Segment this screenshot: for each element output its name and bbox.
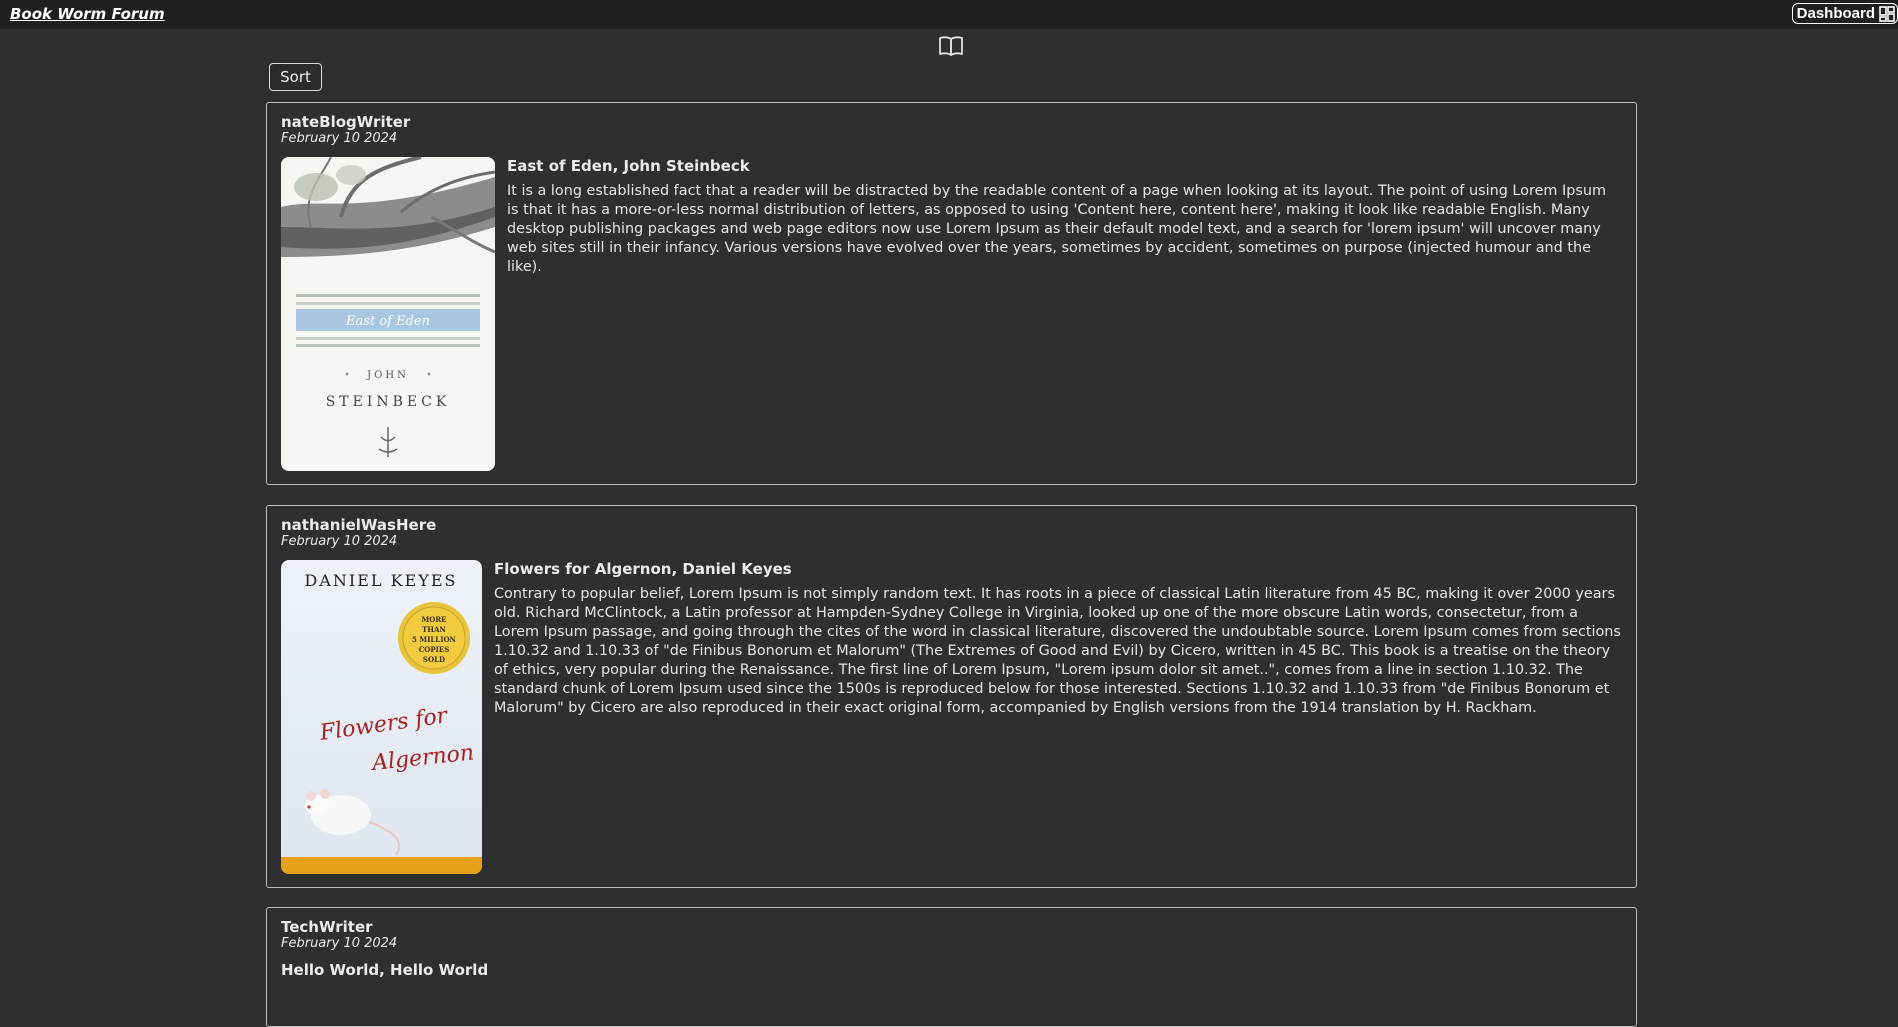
book-title[interactable]: East of Eden, John Steinbeck bbox=[507, 157, 750, 175]
post-author[interactable]: nathanielWasHere bbox=[281, 516, 436, 534]
svg-text:COPIES: COPIES bbox=[419, 645, 450, 654]
book-cover-image: DANIEL KEYES MORE THAN 5 MILLION COPIES … bbox=[281, 560, 482, 874]
post-body: Contrary to popular belief, Lorem Ipsum … bbox=[494, 586, 1621, 716]
brand-link[interactable]: Book Worm Forum bbox=[10, 5, 165, 23]
svg-text:THAN: THAN bbox=[422, 625, 446, 634]
top-nav-bar: Book Worm Forum Dashboard bbox=[0, 0, 1898, 29]
dashboard-label: Dashboard bbox=[1796, 5, 1875, 22]
svg-text:5 MILLION: 5 MILLION bbox=[412, 635, 457, 644]
book-title[interactable]: Flowers for Algernon, Daniel Keyes bbox=[494, 560, 792, 578]
post-date: February 10 2024 bbox=[281, 131, 398, 146]
book-title[interactable]: Hello World, Hello World bbox=[281, 961, 488, 979]
post-date: February 10 2024 bbox=[281, 534, 398, 549]
svg-text:SOLD: SOLD bbox=[423, 655, 445, 664]
cover-author-name: DANIEL KEYES bbox=[305, 571, 458, 590]
forum-post: nateBlogWriter February 10 2024 East of … bbox=[266, 102, 1637, 485]
cover-author-first: JOHN bbox=[366, 370, 409, 381]
post-author[interactable]: nateBlogWriter bbox=[281, 113, 410, 131]
post-body: It is a long established fact that a rea… bbox=[507, 183, 1607, 275]
svg-text:MORE: MORE bbox=[422, 615, 447, 624]
open-book-icon[interactable] bbox=[938, 34, 964, 58]
forum-post: nathanielWasHere February 10 2024 DANIEL… bbox=[266, 505, 1637, 888]
book-cover-image: East of Eden JOHN STEINBECK bbox=[281, 157, 495, 471]
cover-title-text: East of Eden bbox=[345, 314, 430, 329]
post-date: February 10 2024 bbox=[281, 936, 398, 951]
dashboard-button[interactable]: Dashboard bbox=[1791, 3, 1898, 24]
cover-author-last: STEINBECK bbox=[326, 394, 451, 410]
dashboard-grid-icon bbox=[1879, 5, 1895, 22]
post-author[interactable]: TechWriter bbox=[281, 918, 373, 936]
forum-post: TechWriter February 10 2024 Hello World,… bbox=[266, 907, 1637, 1027]
sort-button[interactable]: Sort bbox=[269, 63, 322, 91]
